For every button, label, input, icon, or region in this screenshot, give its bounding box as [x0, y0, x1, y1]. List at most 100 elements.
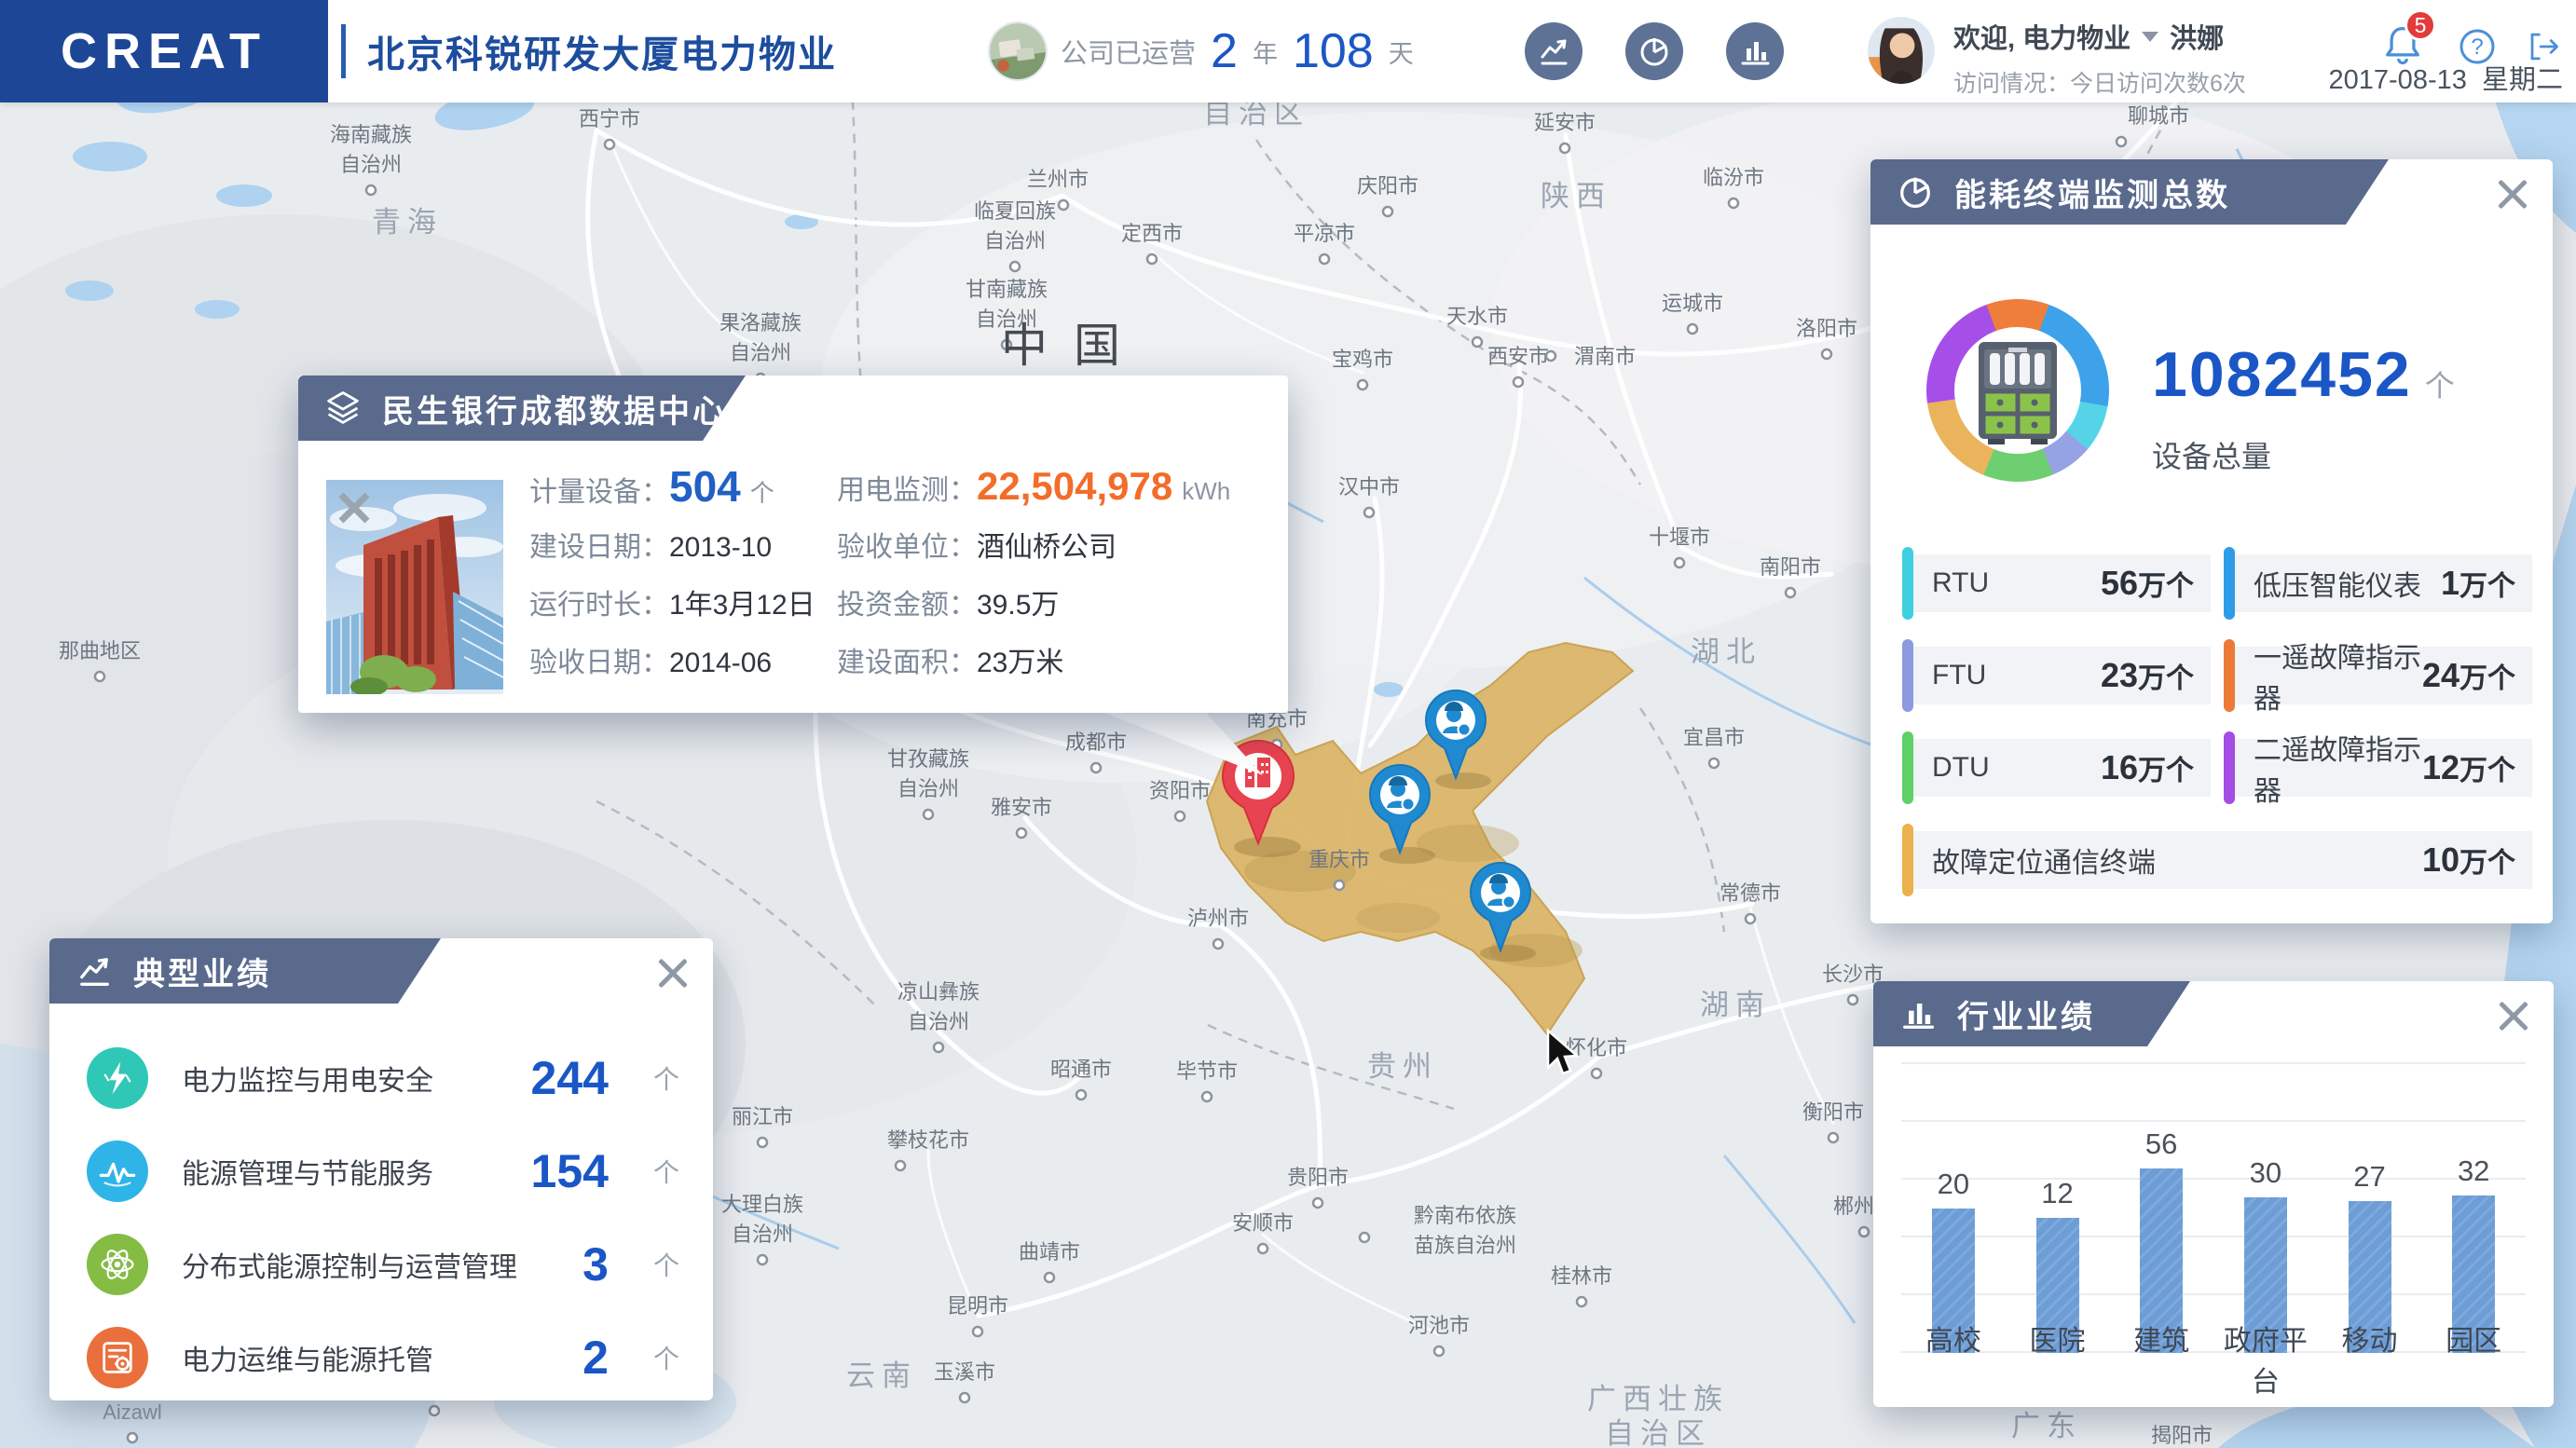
trend-icon[interactable] — [1525, 22, 1583, 80]
terminal-type-label: DTU — [1932, 752, 1990, 783]
map-label: 黔南布依族 — [1414, 1204, 1516, 1227]
map-label: 十堰市 — [1649, 526, 1710, 549]
logo-text: CREAT — [61, 23, 267, 79]
map-label: 雅安市 — [991, 796, 1052, 819]
city-marker — [1358, 1231, 1371, 1244]
terminal-type-label: 二遥故障指示器 — [2254, 735, 2421, 807]
site-detail-field: 验收日期：2014-06 — [529, 639, 837, 680]
close-icon[interactable] — [2496, 998, 2531, 1033]
city-marker — [932, 1041, 945, 1054]
map-label: 临夏回族 — [974, 199, 1056, 223]
close-icon[interactable] — [655, 955, 691, 990]
map-label: 自治区 — [1605, 1417, 1711, 1448]
map-label: 那曲地区 — [59, 639, 141, 663]
trend-icon — [74, 950, 115, 991]
color-bar-icon — [1902, 824, 1913, 896]
city-marker — [894, 1159, 907, 1172]
bar-slot: 27 — [2318, 1062, 2422, 1353]
typical-panel-title: 典型业绩 — [133, 956, 271, 992]
industry-bar-chart: 20 12 56 30 27 32 — [1901, 1062, 2526, 1353]
map-label: 自治州 — [340, 153, 402, 176]
map-label: 海南藏族 — [330, 123, 412, 146]
lightning-icon — [87, 1047, 148, 1109]
map-label: 青海 — [372, 206, 443, 239]
typical-item-unit: 个 — [652, 1065, 679, 1094]
typical-item: 能源管理与节能服务 154 个 — [87, 1125, 679, 1218]
industry-categories: 高校 医院 建筑 政府平台 移动 园区 — [1901, 1318, 2526, 1400]
city-marker — [364, 184, 377, 197]
site-info-popup: 民生银行成都数据中心 计量设备：504 个 用电监测：22,504,978 kW… — [298, 376, 1288, 713]
map-label: 重庆市 — [1309, 848, 1370, 871]
field-value: 2013-10 — [669, 532, 773, 563]
city-marker — [1173, 810, 1186, 823]
city-marker — [1673, 556, 1686, 569]
city-marker — [1333, 879, 1346, 892]
city-marker — [1043, 1271, 1056, 1284]
typical-item: 电力运维与能源托管 2 个 — [87, 1311, 679, 1404]
field-label: 建设日期： — [529, 532, 669, 563]
terminal-type-item: 低压智能仪表 1 万个 — [2224, 547, 2532, 620]
site-detail-field: 验收单位：酒仙桥公司 — [837, 524, 1273, 565]
map-label: 自治州 — [732, 1223, 793, 1246]
field-label: 运行时长： — [529, 590, 669, 621]
color-bar-icon — [1902, 639, 1913, 712]
map-label: 湖南 — [1700, 989, 1771, 1021]
map-label: 宜昌市 — [1683, 726, 1745, 749]
dashboard-root: 西宁市 海南藏族 自治州 兰州市 临夏回族 自治州 定西市 甘南藏族 自治州 果洛藏族 自治州 天水市… — [0, 0, 2576, 1448]
city-marker — [1784, 586, 1797, 599]
category-label: 园区 — [2446, 1326, 2502, 1357]
chevron-down-icon[interactable] — [2142, 31, 2159, 42]
site-details: 计量设备：504 个用电监测：22,504,978 kWh 建设日期：2013-10 验… — [529, 458, 1273, 689]
site-detail-field: 计量设备：504 个 — [529, 461, 837, 512]
pie-icon[interactable] — [1625, 22, 1683, 80]
terminal-type-label: FTU — [1932, 660, 1987, 690]
svg-text:?: ? — [2471, 34, 2483, 60]
donut-hole — [1954, 327, 2081, 454]
city-marker — [126, 1431, 139, 1444]
bar-value-label: 56 — [2144, 1127, 2178, 1160]
terminal-type-item: FTU 23 万个 — [1902, 639, 2211, 712]
device-icon — [1979, 342, 2057, 444]
logo[interactable]: CREAT — [0, 0, 328, 102]
typical-item-label: 电力监控与用电安全 — [182, 1066, 433, 1097]
map-label: 昆明市 — [947, 1294, 1008, 1318]
field-label: 用电监测： — [837, 475, 977, 506]
avatar[interactable] — [1868, 17, 1935, 84]
field-label: 建设面积： — [837, 648, 977, 678]
popup-header: 民生银行成都数据中心 — [298, 376, 746, 441]
site-detail-field: 建设面积：23万米 — [837, 639, 1273, 680]
terminal-type-value: 23 — [2100, 656, 2138, 694]
terminal-type-item: 故障定位通信终端 10 万个 — [1902, 824, 2532, 896]
username[interactable]: 洪娜 — [2170, 17, 2224, 56]
bar-slot: 32 — [2421, 1062, 2526, 1353]
operation-years: 2 — [1211, 24, 1238, 78]
city-marker — [603, 138, 616, 151]
map-label: 运城市 — [1662, 292, 1723, 315]
city-marker — [1744, 912, 1757, 925]
bar-chart-icon[interactable] — [1726, 22, 1784, 80]
color-bar-icon — [2224, 547, 2235, 620]
typical-item: 电力监控与用电安全 244 个 — [87, 1031, 679, 1125]
terminal-type-value: 1 — [2440, 564, 2460, 602]
typical-item-value: 154 — [530, 1145, 609, 1197]
map-label: 凉山彝族 — [897, 980, 980, 1004]
close-icon[interactable] — [2495, 176, 2530, 212]
terminal-type-value: 16 — [2100, 748, 2138, 786]
city-marker — [1200, 1090, 1213, 1103]
city-marker — [1590, 1067, 1603, 1080]
terminal-type-unit: 万个 — [2138, 571, 2194, 602]
map-label: 西宁市 — [579, 107, 640, 130]
map-label: 天水市 — [1446, 305, 1508, 328]
city-marker — [2115, 135, 2128, 148]
map-label: 自治州 — [730, 341, 791, 364]
close-icon[interactable] — [334, 487, 375, 528]
popup-tail — [1081, 704, 1263, 775]
map-label: 自治州 — [984, 229, 1046, 253]
operation-stats: 公司已运营 2 年 108 天 — [990, 0, 1414, 102]
device-donut-chart — [1926, 299, 2109, 482]
map-label: 丽江市 — [732, 1105, 793, 1128]
map-label: 中国 — [1001, 320, 1146, 372]
map-label: 自治州 — [897, 777, 959, 800]
map-label: 聊城市 — [2128, 104, 2189, 128]
map-label: 攀枝花市 — [887, 1128, 969, 1152]
